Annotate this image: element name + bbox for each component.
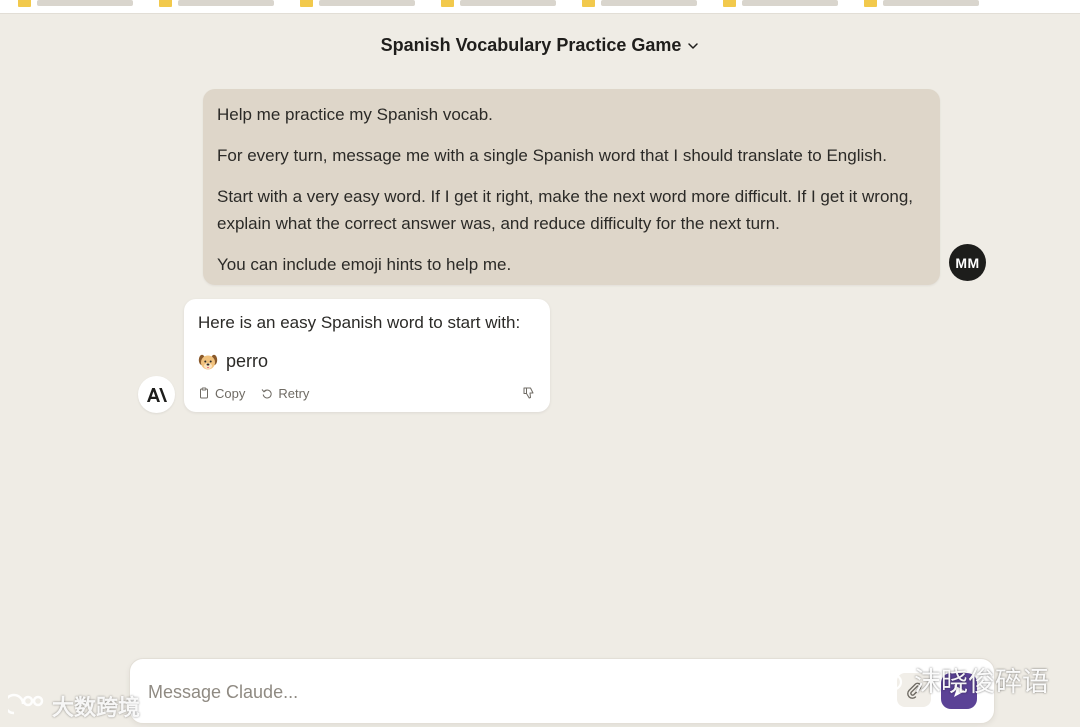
claude-avatar	[138, 376, 175, 413]
copy-label: Copy	[215, 385, 246, 401]
bookmark-label-cutoff	[601, 0, 697, 6]
watermark-right-text: 沫晓俊碎语	[914, 666, 1049, 697]
bookmark-label-cutoff	[37, 0, 133, 6]
watermark-left-text: 大数跨境	[52, 695, 141, 720]
folder-icon	[864, 0, 877, 7]
folder-icon	[300, 0, 313, 7]
folder-icon	[441, 0, 454, 7]
user-message: Help me practice my Spanish vocab. For e…	[203, 89, 940, 285]
user-message-paragraph: Start with a very easy word. If I get it…	[217, 187, 914, 233]
bookmark-label-cutoff	[178, 0, 274, 6]
chevron-down-icon[interactable]	[687, 40, 699, 52]
bookmark-label-cutoff	[460, 0, 556, 6]
conversation-title[interactable]: Spanish Vocabulary Practice Game	[0, 30, 1080, 60]
bookmark-item[interactable]	[18, 0, 133, 13]
watermark-left: 大数跨境	[8, 690, 140, 722]
watermark-logo-icon	[8, 693, 44, 715]
vocab-word-row: perro	[198, 351, 536, 372]
bookmark-label-cutoff	[742, 0, 838, 6]
bookmark-item[interactable]	[159, 0, 274, 13]
bookmarks-bar	[0, 0, 1080, 14]
page-title[interactable]: Spanish Vocabulary Practice Game	[381, 35, 682, 56]
bookmark-label-cutoff	[319, 0, 415, 6]
user-message-paragraph: You can include emoji hints to help me.	[217, 255, 512, 274]
bookmark-item[interactable]	[441, 0, 556, 13]
bookmark-item[interactable]	[582, 0, 697, 13]
copy-button[interactable]: Copy	[198, 386, 245, 401]
bookmark-item[interactable]	[723, 0, 838, 13]
thumbs-down-icon[interactable]	[522, 386, 536, 400]
anthropic-logo-icon	[146, 387, 167, 402]
vocab-word: perro	[226, 351, 269, 371]
user-message-paragraph: Help me practice my Spanish vocab.	[217, 105, 493, 124]
folder-icon	[159, 0, 172, 7]
dog-face-icon	[198, 354, 218, 369]
message-actions: Copy Retry	[198, 384, 536, 402]
bookmark-item[interactable]	[300, 0, 415, 13]
user-message-paragraph: For every turn, message me with a single…	[217, 146, 887, 165]
wechat-icon	[863, 664, 903, 692]
message-input[interactable]	[148, 677, 848, 707]
folder-icon	[582, 0, 595, 7]
folder-icon	[723, 0, 736, 7]
user-avatar: MM	[949, 244, 986, 281]
retry-icon	[261, 389, 272, 399]
copy-icon	[200, 387, 208, 399]
assistant-intro-text: Here is an easy Spanish word to start wi…	[198, 313, 521, 332]
retry-label: Retry	[278, 385, 310, 401]
assistant-message: Here is an easy Spanish word to start wi…	[184, 299, 550, 412]
watermark-right: 沫晓俊碎语	[862, 660, 1049, 698]
bookmark-label-cutoff	[883, 0, 979, 6]
bookmark-item[interactable]	[864, 0, 979, 13]
folder-icon	[18, 0, 31, 7]
retry-button[interactable]: Retry	[261, 386, 309, 401]
